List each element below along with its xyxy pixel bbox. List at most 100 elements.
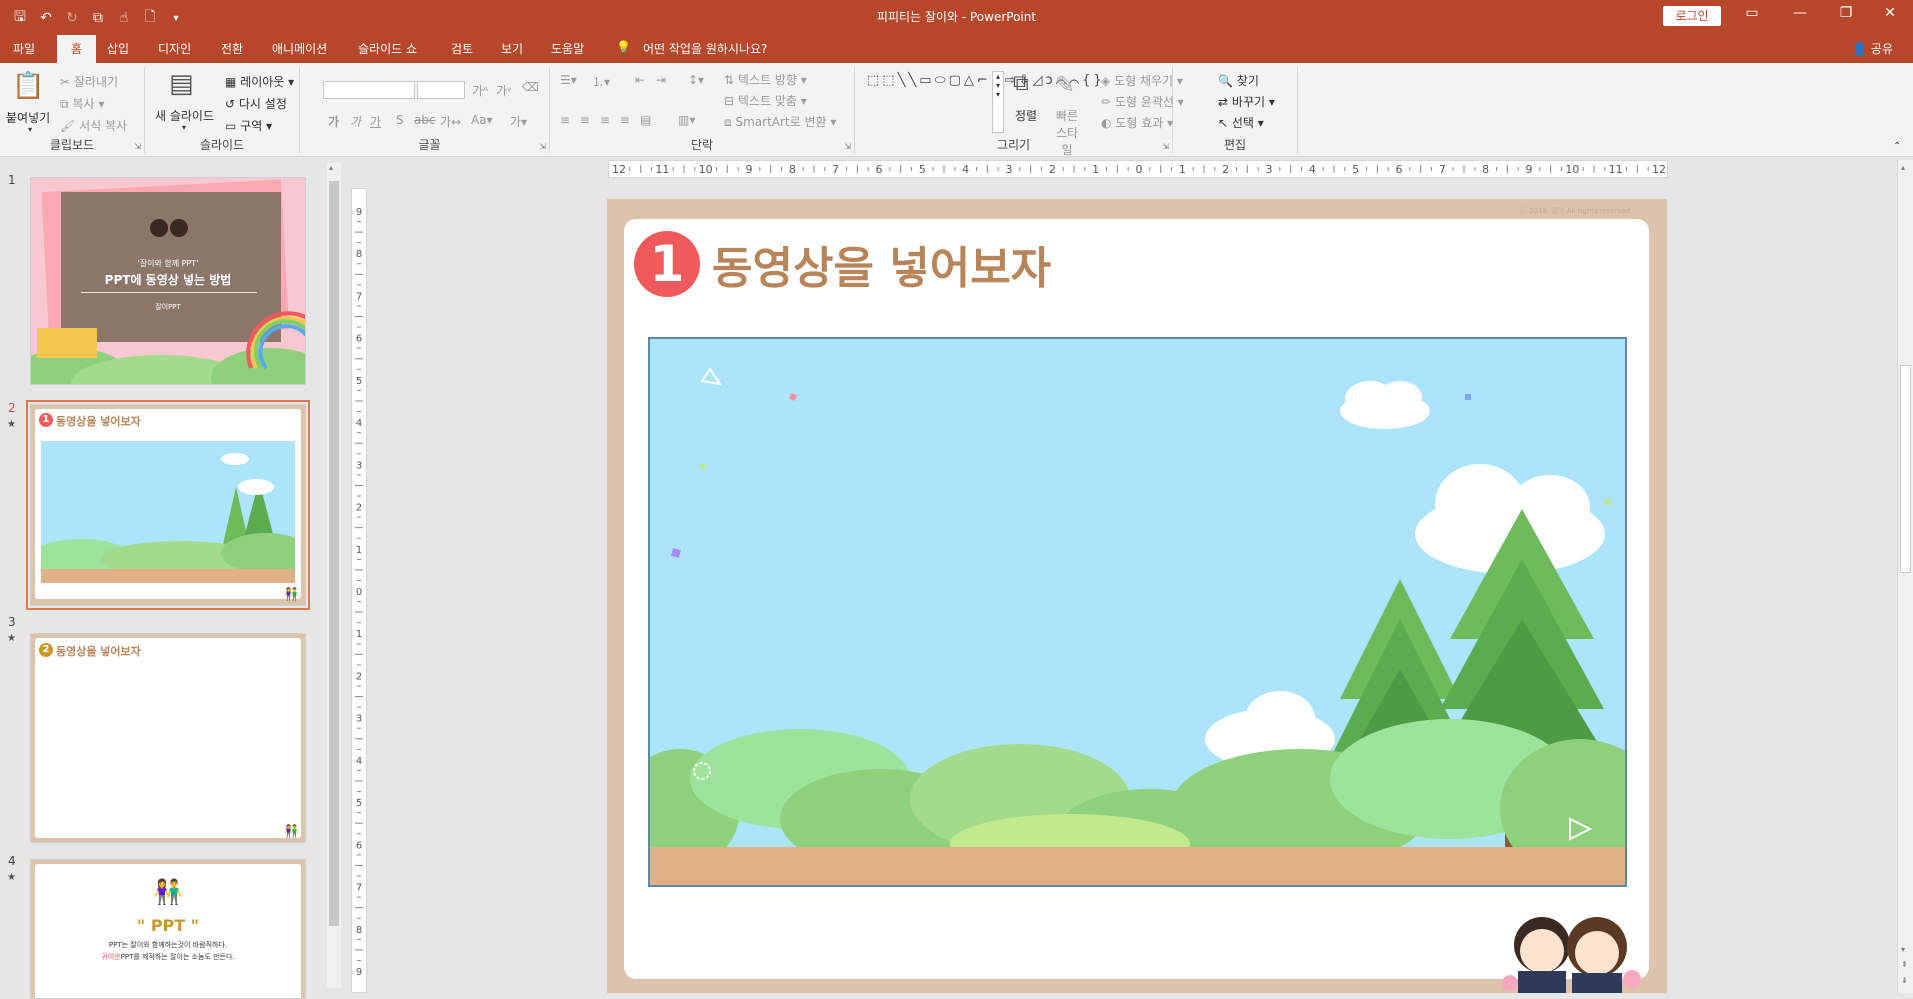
paint-bucket-icon: ◈ bbox=[1101, 74, 1111, 88]
drawing-launcher-icon[interactable]: ⇲ bbox=[1162, 142, 1169, 151]
tab-home[interactable]: 홈 bbox=[57, 35, 97, 63]
tab-slideshow[interactable]: 슬라이드 쇼 bbox=[358, 40, 417, 57]
tab-design[interactable]: 디자인 bbox=[158, 40, 191, 57]
ribbon-display-icon[interactable]: ▭ bbox=[1742, 5, 1762, 21]
panel-scroll-up-icon[interactable]: ▴ bbox=[329, 163, 333, 172]
next-slide-icon[interactable]: ⇟ bbox=[1901, 976, 1908, 985]
shape-effects-button[interactable]: ◐ 도형 효과 ▾ bbox=[1101, 114, 1173, 131]
columns-icon[interactable]: ▥▾ bbox=[678, 113, 695, 127]
slide-3-badge: 2 bbox=[39, 643, 53, 657]
scroll-up-icon[interactable]: ▴ bbox=[1901, 163, 1905, 172]
slide-thumb-3[interactable]: 2 동영상을 넣어보자 👫 bbox=[30, 633, 306, 843]
justify-icon[interactable]: ≡ bbox=[620, 113, 630, 127]
tab-view[interactable]: 보기 bbox=[501, 40, 523, 57]
clear-formatting-icon[interactable]: ⌫ bbox=[522, 80, 539, 94]
restore-icon[interactable]: ❐ bbox=[1836, 5, 1856, 21]
clipboard-icon: 📋 bbox=[12, 71, 45, 101]
arrange-button[interactable]: 정렬 bbox=[1015, 107, 1037, 124]
slide-number-2: 2 bbox=[8, 401, 16, 415]
shape-fill-button[interactable]: ◈ 도형 채우기 ▾ bbox=[1101, 72, 1183, 89]
replace-label: 바꾸기 bbox=[1231, 95, 1266, 109]
find-button[interactable]: 🔍 찾기 bbox=[1218, 72, 1259, 89]
paste-button[interactable]: 붙여넣기 bbox=[6, 109, 50, 126]
increase-indent-icon[interactable]: ⇥ bbox=[656, 73, 666, 87]
tab-help[interactable]: 도움말 bbox=[551, 40, 584, 57]
align-left-icon[interactable]: ≡ bbox=[560, 113, 570, 127]
ruler-label: 6 bbox=[1396, 163, 1403, 176]
align-center-icon[interactable]: ≡ bbox=[580, 113, 590, 127]
slide-thumb-4[interactable]: 👫 " PPT " PPT는 잘이와 함께하는것이 바람직하다. 귀여운PPT를… bbox=[30, 859, 306, 999]
decrease-indent-icon[interactable]: ⇤ bbox=[635, 73, 645, 87]
replace-icon: ⇄ bbox=[1218, 95, 1229, 109]
slide-4-mascot: 👫 bbox=[153, 878, 183, 906]
align-right-icon[interactable]: ≡ bbox=[600, 113, 610, 127]
tab-review[interactable]: 검토 bbox=[451, 40, 473, 57]
numbering-icon[interactable]: ⒈▾ bbox=[592, 73, 610, 90]
align-text-button[interactable]: ⊟ 텍스트 맞춤 ▾ bbox=[724, 92, 807, 109]
format-painter-button[interactable]: 🖌 서식 복사 bbox=[60, 117, 127, 134]
new-slide-button[interactable]: 새 슬라이드 bbox=[155, 107, 214, 124]
paragraph-launcher-icon[interactable]: ⇲ bbox=[844, 142, 851, 151]
replace-button[interactable]: ⇄ 바꾸기 ▾ bbox=[1218, 93, 1275, 110]
slide-thumb-1[interactable]: '잘이와 함께 PPT' PPT에 동영상 넣는 방법 잘이PPT bbox=[30, 177, 306, 385]
font-size-dropdown[interactable] bbox=[417, 81, 465, 99]
shapes-gallery[interactable]: ⬚⬚╲╲▭⬭▢△⌐⌐⇨⇩◿ↄ⌒⌒{} bbox=[867, 71, 1102, 137]
slide-3-mascot: 👫 bbox=[284, 824, 299, 838]
slide-title[interactable]: 동영상을 넣어보자 bbox=[712, 232, 1051, 296]
login-button[interactable]: 로그인 bbox=[1663, 6, 1721, 26]
shrink-font-icon[interactable]: 가ᵛ bbox=[496, 82, 512, 99]
ruler-label: 6 bbox=[876, 163, 883, 176]
share-button[interactable]: 👤 공유 bbox=[1852, 40, 1893, 57]
close-icon[interactable]: ✕ bbox=[1880, 5, 1900, 21]
tab-transitions[interactable]: 전환 bbox=[221, 40, 243, 57]
clipboard-group: 📋 붙여넣기 ▾ ✂ 잘라내기 ⧉ 복사 ▾ 🖌 서식 복사 클립보드 ⇲ bbox=[0, 67, 145, 153]
shape-outline-button[interactable]: ✏ 도형 윤곽선 ▾ bbox=[1101, 93, 1184, 110]
font-launcher-icon[interactable]: ⇲ bbox=[539, 142, 546, 151]
collapse-ribbon-icon[interactable]: ⌃ bbox=[1893, 141, 1901, 152]
tab-file[interactable]: 파일 bbox=[13, 40, 35, 57]
shapes-gallery-scroll[interactable]: ▴ ▾ ▾ bbox=[992, 71, 1004, 133]
slide-thumb-2[interactable]: 1 동영상을 넣어보자 👫 bbox=[26, 400, 310, 610]
font-color-icon[interactable]: 가▾ bbox=[510, 113, 527, 130]
ruler-label: 5 bbox=[919, 163, 926, 176]
section-button[interactable]: ▭ 구역 ▾ bbox=[225, 117, 272, 134]
ruler-label: 7 bbox=[356, 883, 362, 894]
layout-button[interactable]: ▦ 레이아웃 ▾ bbox=[225, 73, 294, 90]
smartart-button[interactable]: ⧈ SmartArt로 변환 ▾ bbox=[724, 113, 836, 130]
video-placeholder[interactable] bbox=[648, 337, 1627, 887]
line-spacing-icon[interactable]: ↕▾ bbox=[688, 73, 704, 87]
italic-icon[interactable]: 가 bbox=[350, 113, 361, 130]
copy-label: 복사 bbox=[72, 97, 95, 111]
panel-scroll-thumb[interactable] bbox=[329, 181, 339, 926]
paste-dropdown-icon[interactable]: ▾ bbox=[28, 125, 32, 134]
panel-scrollbar[interactable]: ▴ bbox=[327, 163, 341, 988]
copy-button[interactable]: ⧉ 복사 ▾ bbox=[60, 95, 104, 112]
minimize-icon[interactable]: — bbox=[1790, 5, 1810, 21]
distributed-icon[interactable]: ▤ bbox=[640, 113, 651, 127]
editor-scroll-thumb[interactable] bbox=[1900, 365, 1911, 573]
bold-icon[interactable]: 가 bbox=[328, 113, 339, 130]
reset-button[interactable]: ↺ 다시 설정 bbox=[225, 95, 287, 112]
scroll-down-icon[interactable]: ▾ bbox=[1901, 945, 1905, 954]
text-direction-button[interactable]: ⇅ 텍스트 방향 ▾ bbox=[724, 71, 807, 88]
tab-animations[interactable]: 애니메이션 bbox=[272, 40, 327, 57]
strikethrough-icon[interactable]: abc bbox=[414, 113, 436, 127]
shadow-icon[interactable]: S bbox=[396, 113, 404, 127]
bullets-icon[interactable]: ☰▾ bbox=[560, 73, 577, 87]
font-name-dropdown[interactable] bbox=[323, 81, 415, 99]
cut-button[interactable]: ✂ 잘라내기 bbox=[60, 73, 118, 90]
new-slide-dropdown-icon[interactable]: ▾ bbox=[182, 123, 186, 132]
grow-font-icon[interactable]: 가ᴬ bbox=[472, 82, 488, 99]
clipboard-launcher-icon[interactable]: ⇲ bbox=[134, 142, 141, 151]
change-case-icon[interactable]: Aa▾ bbox=[471, 113, 493, 127]
previous-slide-icon[interactable]: ⇞ bbox=[1901, 960, 1908, 969]
ruler-label: 11 bbox=[1609, 163, 1623, 176]
underline-icon[interactable]: 가 bbox=[370, 113, 381, 130]
ruler-label: 9 bbox=[356, 967, 362, 978]
select-button[interactable]: ↖ 선택 ▾ bbox=[1218, 114, 1264, 131]
tab-insert[interactable]: 삽입 bbox=[107, 40, 129, 57]
char-spacing-icon[interactable]: 가↔ bbox=[440, 113, 461, 130]
editor-scrollbar[interactable]: ▴ ▾ ⇞ ⇟ bbox=[1897, 160, 1913, 993]
ruler-label: 4 bbox=[356, 756, 362, 767]
tell-me-search[interactable]: 어떤 작업을 원하시나요? bbox=[643, 40, 767, 57]
